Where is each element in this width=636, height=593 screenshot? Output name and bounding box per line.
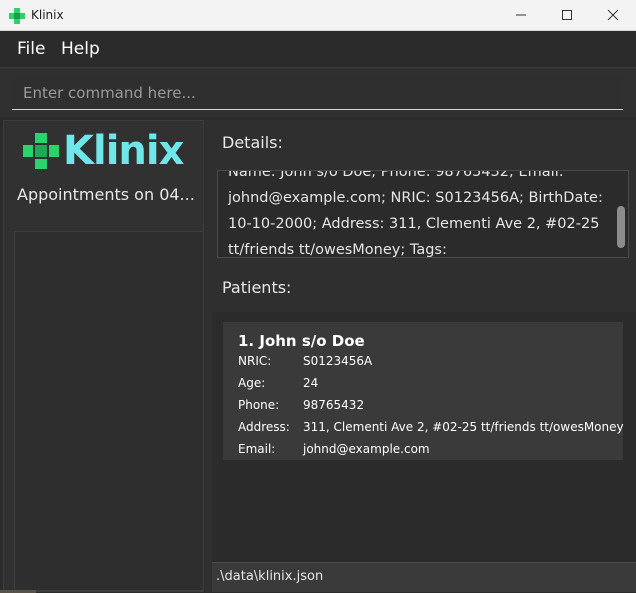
field-value: S0123456A	[303, 354, 373, 368]
close-button[interactable]	[590, 0, 636, 30]
appointments-panel: Klinix Appointments on 04...	[3, 120, 204, 592]
minimize-icon	[516, 14, 526, 16]
command-box	[0, 67, 636, 117]
status-bar: .\data\klinix.json	[212, 562, 636, 592]
details-label: Details:	[222, 133, 283, 152]
menu-help[interactable]: Help	[61, 39, 100, 59]
details-text: Name: John s/o Doe; Phone: 98765432; Ema…	[228, 170, 603, 258]
appointments-list[interactable]	[14, 231, 204, 591]
maximize-icon	[562, 10, 572, 20]
data-file-path: .\data\klinix.json	[216, 569, 324, 584]
main-panel: Details: Name: John s/o Doe; Phone: 9876…	[205, 120, 636, 592]
command-input[interactable]	[12, 76, 623, 110]
field-label: NRIC:	[238, 354, 272, 368]
minimize-button[interactable]	[498, 0, 544, 30]
patient-card[interactable]: 1. John s/o Doe NRIC: S0123456A Age: 24 …	[223, 322, 624, 460]
green-cross-icon	[9, 8, 25, 24]
logo-text: Klinix	[63, 128, 184, 174]
field-value: 98765432	[303, 398, 365, 412]
field-label: Age:	[238, 376, 266, 390]
field-label: Email:	[238, 442, 276, 456]
patient-name: 1. John s/o Doe	[238, 332, 365, 350]
klinix-logo: Klinix	[23, 128, 184, 174]
details-box[interactable]: Name: John s/o Doe; Phone: 98765432; Ema…	[217, 170, 629, 258]
field-value: 24	[303, 376, 319, 390]
details-scrollbar[interactable]	[617, 206, 625, 248]
medical-cross-icon	[23, 133, 59, 169]
field-label: Address:	[238, 420, 290, 434]
field-value: johnd@example.com	[303, 442, 430, 456]
patients-list[interactable]: 1. John s/o Doe NRIC: S0123456A Age: 24 …	[212, 312, 636, 562]
klinix-window: Klinix File Help Enter command here... K…	[0, 0, 636, 593]
maximize-button[interactable]	[544, 0, 590, 30]
menu-file[interactable]: File	[17, 39, 45, 59]
window-title: Klinix	[31, 8, 64, 22]
patients-label: Patients:	[222, 278, 292, 297]
appointments-title: Appointments on 04...	[17, 185, 195, 204]
menu-bar: File Help	[0, 31, 636, 67]
field-label: Phone:	[238, 398, 280, 412]
field-value: 311, Clementi Ave 2, #02-25 tt/friends t…	[303, 420, 624, 434]
close-icon	[607, 9, 619, 21]
title-bar[interactable]: Klinix	[0, 0, 636, 31]
